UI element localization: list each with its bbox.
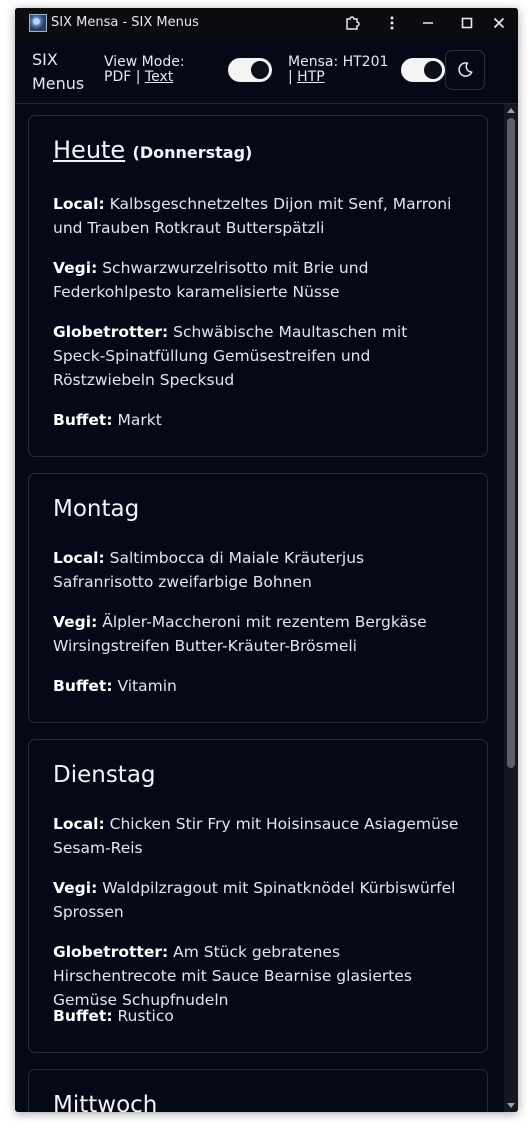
menu-item-local: Local: Kalbsgeschnetzeltes Dijon mit Sen… — [53, 195, 452, 237]
day-title: Heute (Donnerstag) — [53, 136, 252, 164]
menu-item-local: Local: Saltimbocca di Maiale Kräuterjus … — [53, 549, 365, 591]
mensa-caption: Mensa: HT201 — [288, 54, 389, 70]
menu-item-globetrotter: Globetrotter: Schwäbische Maultaschen mi… — [53, 323, 408, 389]
mensa-toggle[interactable] — [401, 58, 445, 82]
minimize-icon[interactable] — [417, 12, 439, 34]
day-name: Mittwoch — [53, 1092, 158, 1112]
day-name: Montag — [53, 496, 140, 522]
mensa-htp-link[interactable]: HTP — [297, 69, 325, 85]
maximize-icon[interactable] — [456, 12, 478, 34]
mensa-separator: | — [288, 69, 293, 85]
theme-toggle-button[interactable] — [445, 50, 485, 90]
browser-window: SIX Mensa - SIX Menus SIX Menus View Mod… — [15, 8, 518, 1112]
day-card-dienstag: Dienstag Local: Chicken Stir Fry mit Hoi… — [28, 739, 488, 1053]
view-mode-toggle-knob — [251, 61, 269, 79]
view-mode-caption: View Mode: — [104, 54, 185, 70]
day-card-mittwoch: Mittwoch — [28, 1069, 488, 1112]
title-bar: SIX Mensa - SIX Menus — [15, 8, 518, 39]
extensions-icon[interactable] — [341, 12, 363, 34]
view-mode-text-link[interactable]: Text — [145, 69, 173, 85]
view-mode-toggle[interactable] — [228, 58, 272, 82]
view-mode-label: View Mode: PDF | Text — [104, 55, 185, 85]
more-options-icon[interactable] — [381, 12, 403, 34]
close-icon[interactable] — [488, 12, 510, 34]
menu-item-buffet: Buffet: Rustico — [53, 1007, 174, 1025]
menu-item-vegi: Vegi: Schwarzwurzelrisotto mit Brie und … — [53, 259, 369, 301]
menu-item-vegi: Vegi: Waldpilzragout mit Spinatknödel Kü… — [53, 879, 456, 921]
day-card-montag: Montag Local: Saltimbocca di Maiale Kräu… — [28, 473, 488, 723]
mensa-label: Mensa: HT201 | HTP — [288, 55, 388, 85]
app-header: SIX Menus View Mode: PDF | Text Mensa: H… — [15, 39, 518, 104]
menu-item-globetrotter: Globetrotter: Am Stück gebratenes Hirsch… — [53, 943, 412, 1009]
window-title: SIX Mensa - SIX Menus — [51, 15, 199, 30]
mensa-toggle-knob — [424, 61, 442, 79]
scroll-down-arrow-icon[interactable] — [507, 1103, 515, 1108]
day-subtitle: (Donnerstag) — [132, 143, 253, 162]
scroll-up-arrow-icon[interactable] — [507, 108, 515, 113]
view-mode-separator: | — [135, 69, 141, 85]
vertical-scrollbar[interactable] — [504, 104, 518, 1112]
day-card-today: Heute (Donnerstag) Local: Kalbsgeschnetz… — [28, 115, 488, 457]
view-mode-pdf: PDF — [104, 69, 132, 85]
menu-list: Heute (Donnerstag) Local: Kalbsgeschnetz… — [15, 104, 504, 1112]
menu-item-vegi: Vegi: Älpler-Maccheroni mit rezentem Ber… — [53, 613, 427, 655]
day-name: Dienstag — [53, 762, 156, 788]
scroll-thumb[interactable] — [507, 118, 515, 768]
day-name[interactable]: Heute — [53, 136, 125, 164]
menu-item-buffet: Buffet: Markt — [53, 411, 162, 429]
moon-icon — [458, 62, 473, 77]
menu-item-local: Local: Chicken Stir Fry mit Hoisinsauce … — [53, 815, 459, 857]
menu-item-buffet: Buffet: Vitamin — [53, 677, 177, 695]
brand-title[interactable]: SIX Menus — [32, 48, 92, 96]
globe-app-icon — [29, 14, 47, 32]
